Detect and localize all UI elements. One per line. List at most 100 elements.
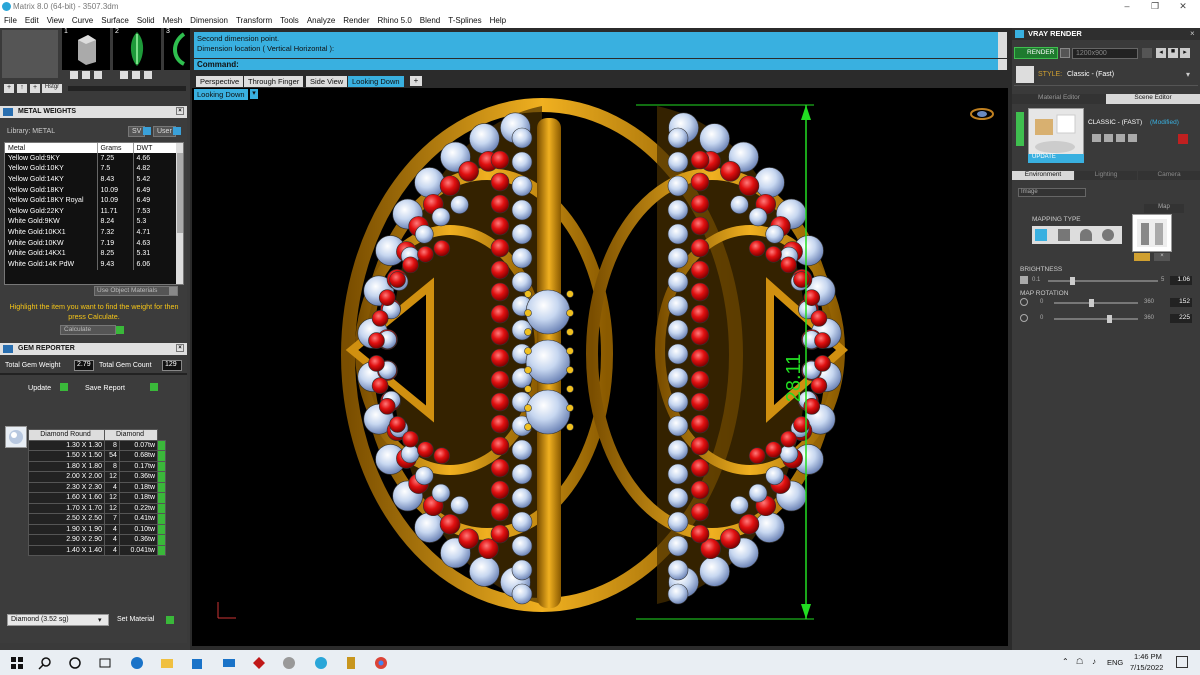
- table-row[interactable]: White Gold:14K PdW 9.43 6.06: [5, 258, 177, 270]
- next-icon[interactable]: ▸: [1180, 48, 1190, 58]
- save-report-button[interactable]: Save Report: [85, 383, 125, 392]
- ring-model[interactable]: 28.11: [192, 88, 1008, 646]
- command-scroll-icon[interactable]: [998, 59, 1007, 70]
- plus-icon[interactable]: +: [4, 84, 14, 93]
- set-material-button[interactable]: Set Material: [117, 616, 154, 623]
- rhino-icon[interactable]: [282, 656, 296, 670]
- table-row[interactable]: Yellow Gold:14KY 8.43 5.42: [5, 174, 177, 185]
- environment-type-select[interactable]: Image: [1018, 188, 1086, 197]
- table-row[interactable]: Yellow Gold:9KY 7.25 4.66: [5, 153, 177, 164]
- up-arrow-icon[interactable]: ↑: [17, 84, 27, 93]
- table-row[interactable]: 1.60 X 1.60 12 0.18tw: [28, 492, 166, 504]
- close-icon[interactable]: ×: [176, 344, 184, 352]
- menu-mesh[interactable]: Mesh: [159, 14, 187, 25]
- thumb-action-icon[interactable]: [120, 71, 128, 79]
- menu-view[interactable]: View: [43, 14, 68, 25]
- use-object-materials-checkbox[interactable]: Use Object Materials: [94, 286, 178, 296]
- clock-time[interactable]: 1:46 PM: [1134, 652, 1162, 661]
- rotation-slider-1-thumb[interactable]: [1089, 299, 1095, 307]
- rotation-slider-2[interactable]: [1054, 318, 1138, 320]
- tab-looking-down[interactable]: Looking Down: [348, 76, 404, 87]
- material-select[interactable]: Diamond (3.52 sg): [7, 614, 109, 626]
- preset-action-icon[interactable]: [1104, 134, 1113, 142]
- tab-lighting[interactable]: Lighting: [1075, 171, 1137, 180]
- table-row[interactable]: 2.00 X 2.00 12 0.36tw: [28, 471, 166, 483]
- row-select-icon[interactable]: [157, 481, 166, 493]
- preset-update-button[interactable]: UPDATE: [1028, 154, 1084, 163]
- map-preview[interactable]: [1132, 214, 1172, 252]
- network-icon[interactable]: ☖: [1076, 657, 1083, 666]
- mail-icon[interactable]: [222, 656, 236, 670]
- app-gold-icon[interactable]: [344, 656, 358, 670]
- table-row[interactable]: White Gold:9KW 8.24 5.3: [5, 216, 177, 228]
- rotation-value-2[interactable]: 225: [1170, 314, 1192, 323]
- clock-date[interactable]: 7/15/2022: [1130, 663, 1163, 672]
- style-value[interactable]: Classic - (Fast): [1067, 71, 1114, 78]
- thumb-action-icon[interactable]: [82, 71, 90, 79]
- thumb-close-icon[interactable]: [144, 71, 152, 79]
- history-scrollbar[interactable]: [68, 86, 186, 91]
- row-select-icon[interactable]: [157, 460, 166, 472]
- cortana-icon[interactable]: [68, 656, 82, 670]
- maximize-button[interactable]: ❐: [1146, 1, 1164, 12]
- row-select-icon[interactable]: [157, 471, 166, 483]
- menu-tsplines[interactable]: T-Splines: [444, 14, 485, 25]
- menu-curve[interactable]: Curve: [68, 14, 97, 25]
- menu-render[interactable]: Render: [339, 14, 373, 25]
- brightness-slider-thumb[interactable]: [1069, 277, 1075, 285]
- table-row[interactable]: 2.90 X 2.90 4 0.36tw: [28, 534, 166, 546]
- col-dwt[interactable]: DWT: [133, 143, 177, 153]
- menu-dimension[interactable]: Dimension: [186, 14, 232, 25]
- table-row[interactable]: 1.50 X 1.50 54 0.68tw: [28, 450, 166, 462]
- row-select-icon[interactable]: [157, 492, 166, 504]
- table-row[interactable]: Yellow Gold:18KY 10.09 6.49: [5, 184, 177, 196]
- chevron-down-icon[interactable]: ▾: [1186, 70, 1190, 79]
- tab-camera[interactable]: Camera: [1138, 171, 1200, 180]
- menu-solid[interactable]: Solid: [133, 14, 159, 25]
- volume-icon[interactable]: ♪: [1092, 657, 1096, 666]
- play-icon[interactable]: [166, 616, 174, 624]
- menu-edit[interactable]: Edit: [21, 14, 43, 25]
- language-indicator[interactable]: ENG: [1107, 658, 1123, 667]
- metal-list[interactable]: Metal Grams DWT Yellow Gold:9KY 7.25 4.66 Y…: [4, 142, 184, 285]
- tab-material-editor[interactable]: Material Editor: [1012, 94, 1106, 104]
- preset-action-icon[interactable]: [1116, 134, 1125, 142]
- table-row[interactable]: 1.70 X 1.70 12 0.22tw: [28, 502, 166, 514]
- resolution-field[interactable]: 1200x900: [1072, 48, 1138, 59]
- close-button[interactable]: ✕: [1174, 1, 1192, 12]
- menu-rhino[interactable]: Rhino 5.0: [374, 14, 416, 25]
- menu-transform[interactable]: Transform: [232, 14, 276, 25]
- add-tab-icon[interactable]: +: [410, 76, 422, 86]
- map-edit-icon[interactable]: [1134, 253, 1150, 261]
- mapping-box-icon[interactable]: [1058, 229, 1070, 241]
- brightness-value[interactable]: 1.06: [1170, 276, 1192, 285]
- chrome-icon[interactable]: [374, 656, 388, 670]
- history-thumb-2[interactable]: 2: [113, 28, 161, 70]
- thumb-action-icon[interactable]: [132, 71, 140, 79]
- tab-scene-editor[interactable]: Scene Editor: [1106, 94, 1200, 104]
- app-red-icon[interactable]: [252, 656, 266, 670]
- update-button[interactable]: Update: [28, 383, 51, 392]
- table-row[interactable]: 1.90 X 1.90 4 0.10tw: [28, 523, 166, 535]
- row-select-icon[interactable]: [157, 450, 166, 462]
- row-select-icon[interactable]: [157, 544, 166, 556]
- tab-side-view[interactable]: Side View: [306, 76, 348, 87]
- thumb-close-icon[interactable]: [94, 71, 102, 79]
- tab-through-finger[interactable]: Through Finger: [244, 76, 304, 87]
- tray-overflow-icon[interactable]: ⌃: [1062, 657, 1069, 666]
- table-row[interactable]: 1.40 X 1.40 4 0.041tw: [28, 544, 166, 556]
- calculate-button[interactable]: Calculate: [60, 325, 116, 335]
- play-icon[interactable]: [116, 326, 124, 334]
- close-icon[interactable]: ×: [1190, 29, 1199, 38]
- row-select-icon[interactable]: [157, 534, 166, 546]
- close-icon[interactable]: ×: [176, 107, 184, 115]
- thumb-action-icon[interactable]: [70, 71, 78, 79]
- preset-nav-icon[interactable]: [1016, 112, 1024, 146]
- col-metal[interactable]: Metal: [5, 143, 98, 153]
- command-prompt[interactable]: Command:: [194, 59, 998, 70]
- matrix-icon[interactable]: [314, 656, 328, 670]
- camera-icon[interactable]: [1060, 48, 1070, 58]
- preset-action-icon[interactable]: [1128, 134, 1137, 142]
- checkbox-icon[interactable]: [169, 287, 177, 295]
- history-empty-slot[interactable]: [2, 30, 58, 78]
